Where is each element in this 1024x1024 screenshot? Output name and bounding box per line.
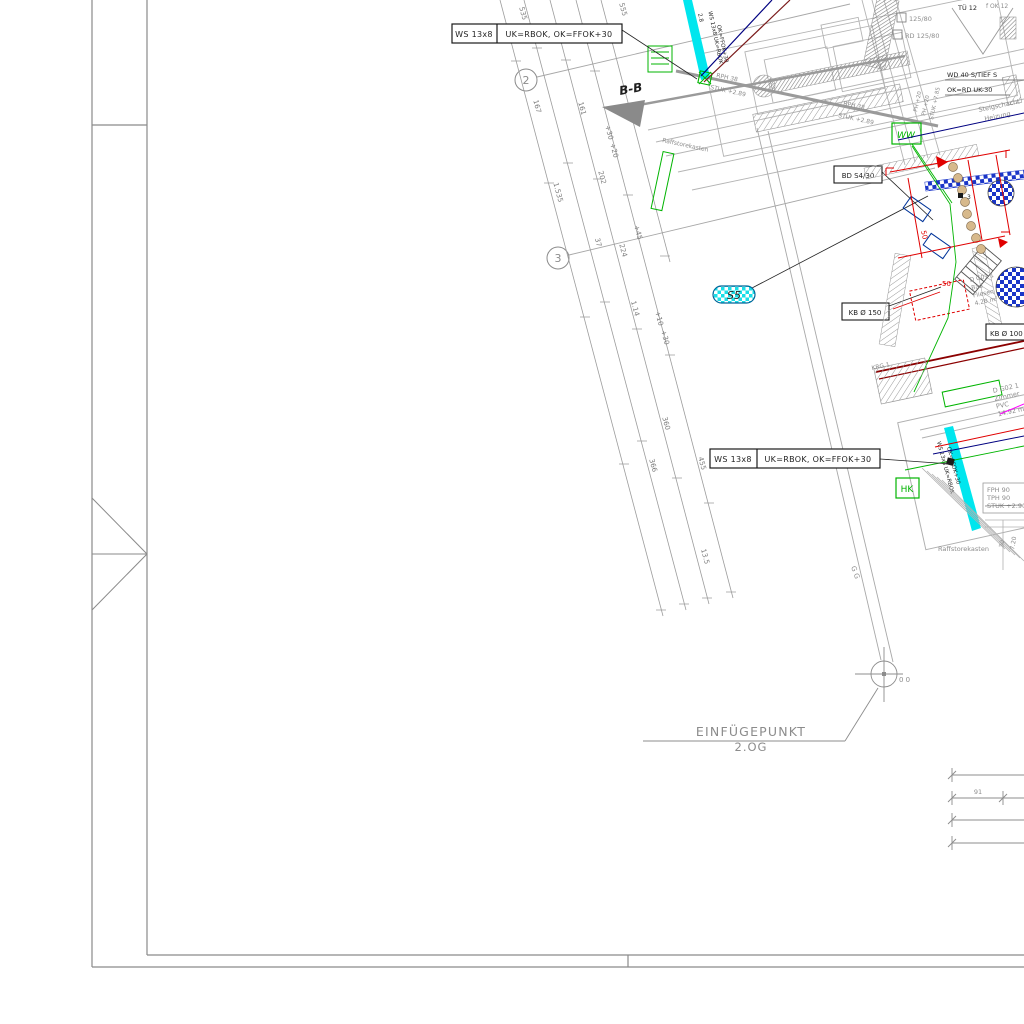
dim-91: 91 bbox=[974, 788, 982, 796]
note-fok12: f OK 12 bbox=[986, 3, 1008, 10]
kb100-label: KB Ø 100 bbox=[986, 324, 1024, 340]
einfuegepunkt-label: EINFÜGEPUNKT bbox=[696, 723, 806, 739]
hk-label: HK bbox=[901, 485, 915, 495]
room-g02-label: D G02 1 Zimmer PVC 14.92 m² bbox=[992, 381, 1024, 419]
dimension-texts: 535 555 167 161 1.535 202 +30 +20 37 224… bbox=[517, 2, 710, 565]
origin-label: 0 0 bbox=[899, 676, 910, 684]
section-bb-label: B-B bbox=[618, 80, 643, 98]
ws-top-spec: UK=RBOK, OK=FFOK+30 bbox=[506, 30, 613, 39]
dim-114: 1.14 bbox=[629, 300, 641, 318]
sheet-border bbox=[92, 0, 1024, 967]
note-tu12: TÜ 12 bbox=[957, 3, 977, 12]
grid-bubble-2: 2 bbox=[515, 69, 537, 91]
insertion-point: 0 0 EINFÜGEPUNKT 2.OG bbox=[643, 647, 910, 754]
dim-720: 7.20 bbox=[1009, 536, 1018, 551]
dim-167: 167 bbox=[531, 99, 542, 114]
grid-2-label: 2 bbox=[523, 74, 530, 87]
dim-37: 37 bbox=[593, 237, 603, 248]
dim-224: 224 bbox=[617, 243, 628, 259]
dim-535: 535 bbox=[517, 6, 528, 21]
dim-1535: 1.535 bbox=[551, 182, 564, 203]
note-stuk289b: STUK +2.89 bbox=[838, 112, 875, 126]
cad-sheet: 2 3 G G 535 555 167 161 1.535 202 +30 +2… bbox=[0, 0, 1024, 1024]
hk-marker: HK bbox=[896, 478, 919, 498]
kb100-text: KB Ø 100 bbox=[990, 330, 1023, 338]
radiator-symbols bbox=[648, 46, 674, 211]
dim-45: +45 bbox=[632, 224, 644, 240]
grid-3-label: 3 bbox=[555, 252, 562, 265]
note-wd40: WD 40 S/TIEF S bbox=[947, 71, 997, 79]
band-top-text3: 2.8 bbox=[696, 13, 704, 23]
dim-10: +10 bbox=[653, 310, 665, 326]
cad-canvas[interactable]: 2 3 G G 535 555 167 161 1.535 202 +30 +2… bbox=[0, 0, 1024, 1024]
svg-text:TPH 90: TPH 90 bbox=[986, 494, 1010, 502]
dim-135: 13.5 bbox=[699, 548, 711, 565]
s5-label: S5 bbox=[727, 289, 741, 302]
note-125-80: 125/80 bbox=[909, 15, 932, 23]
dim-30v: 30 bbox=[998, 539, 1006, 548]
note-stuk785: STUK +7.85 bbox=[929, 86, 942, 120]
grid-bubble-3: 3 bbox=[547, 247, 569, 269]
ws-mid-spec: UK=RBOK, OK=FFOK+30 bbox=[765, 455, 872, 464]
bottom-dimensions bbox=[948, 768, 1024, 850]
ws-mid-name: WS 13x8 bbox=[714, 455, 752, 464]
note-raffstore2: Raffstorekasten bbox=[938, 545, 989, 553]
dim-50a: 50 bbox=[942, 280, 951, 288]
ws-top-name: WS 13x8 bbox=[455, 30, 493, 39]
kb150-text: KB Ø 150 bbox=[849, 309, 882, 317]
ph-box: FPH 90 TPH 90 STUK +2.90 bbox=[983, 483, 1024, 513]
dim-30: +30 bbox=[603, 124, 615, 140]
dim-30b: +30 bbox=[659, 329, 671, 345]
room-g01-label: D G01 1 Bad Fliesen 4.20 m² bbox=[969, 272, 1000, 307]
note-raffstore1: Raffstorekasten bbox=[662, 137, 710, 154]
dim-20: +20 bbox=[608, 142, 620, 158]
note-rd125-80: RD 125/80 bbox=[905, 32, 939, 40]
ws-label-mid: WS 13x8 UK=RBOK, OK=FFOK+30 bbox=[710, 449, 951, 468]
dim-360: 360 bbox=[660, 416, 671, 431]
einfuegepunkt-floor: 2.OG bbox=[735, 740, 768, 754]
fold-mark bbox=[92, 498, 147, 610]
dim-161: 161 bbox=[576, 101, 587, 116]
note-okrd: OK=RD UK-30 bbox=[947, 86, 992, 94]
dim-3: 3 bbox=[967, 194, 971, 201]
dim-455: 455 bbox=[696, 456, 707, 471]
dimension-chains bbox=[500, 0, 736, 616]
svg-text:FPH 90: FPH 90 bbox=[987, 486, 1010, 494]
dim-555: 555 bbox=[617, 2, 628, 17]
dim-50b: 50 bbox=[919, 230, 929, 240]
